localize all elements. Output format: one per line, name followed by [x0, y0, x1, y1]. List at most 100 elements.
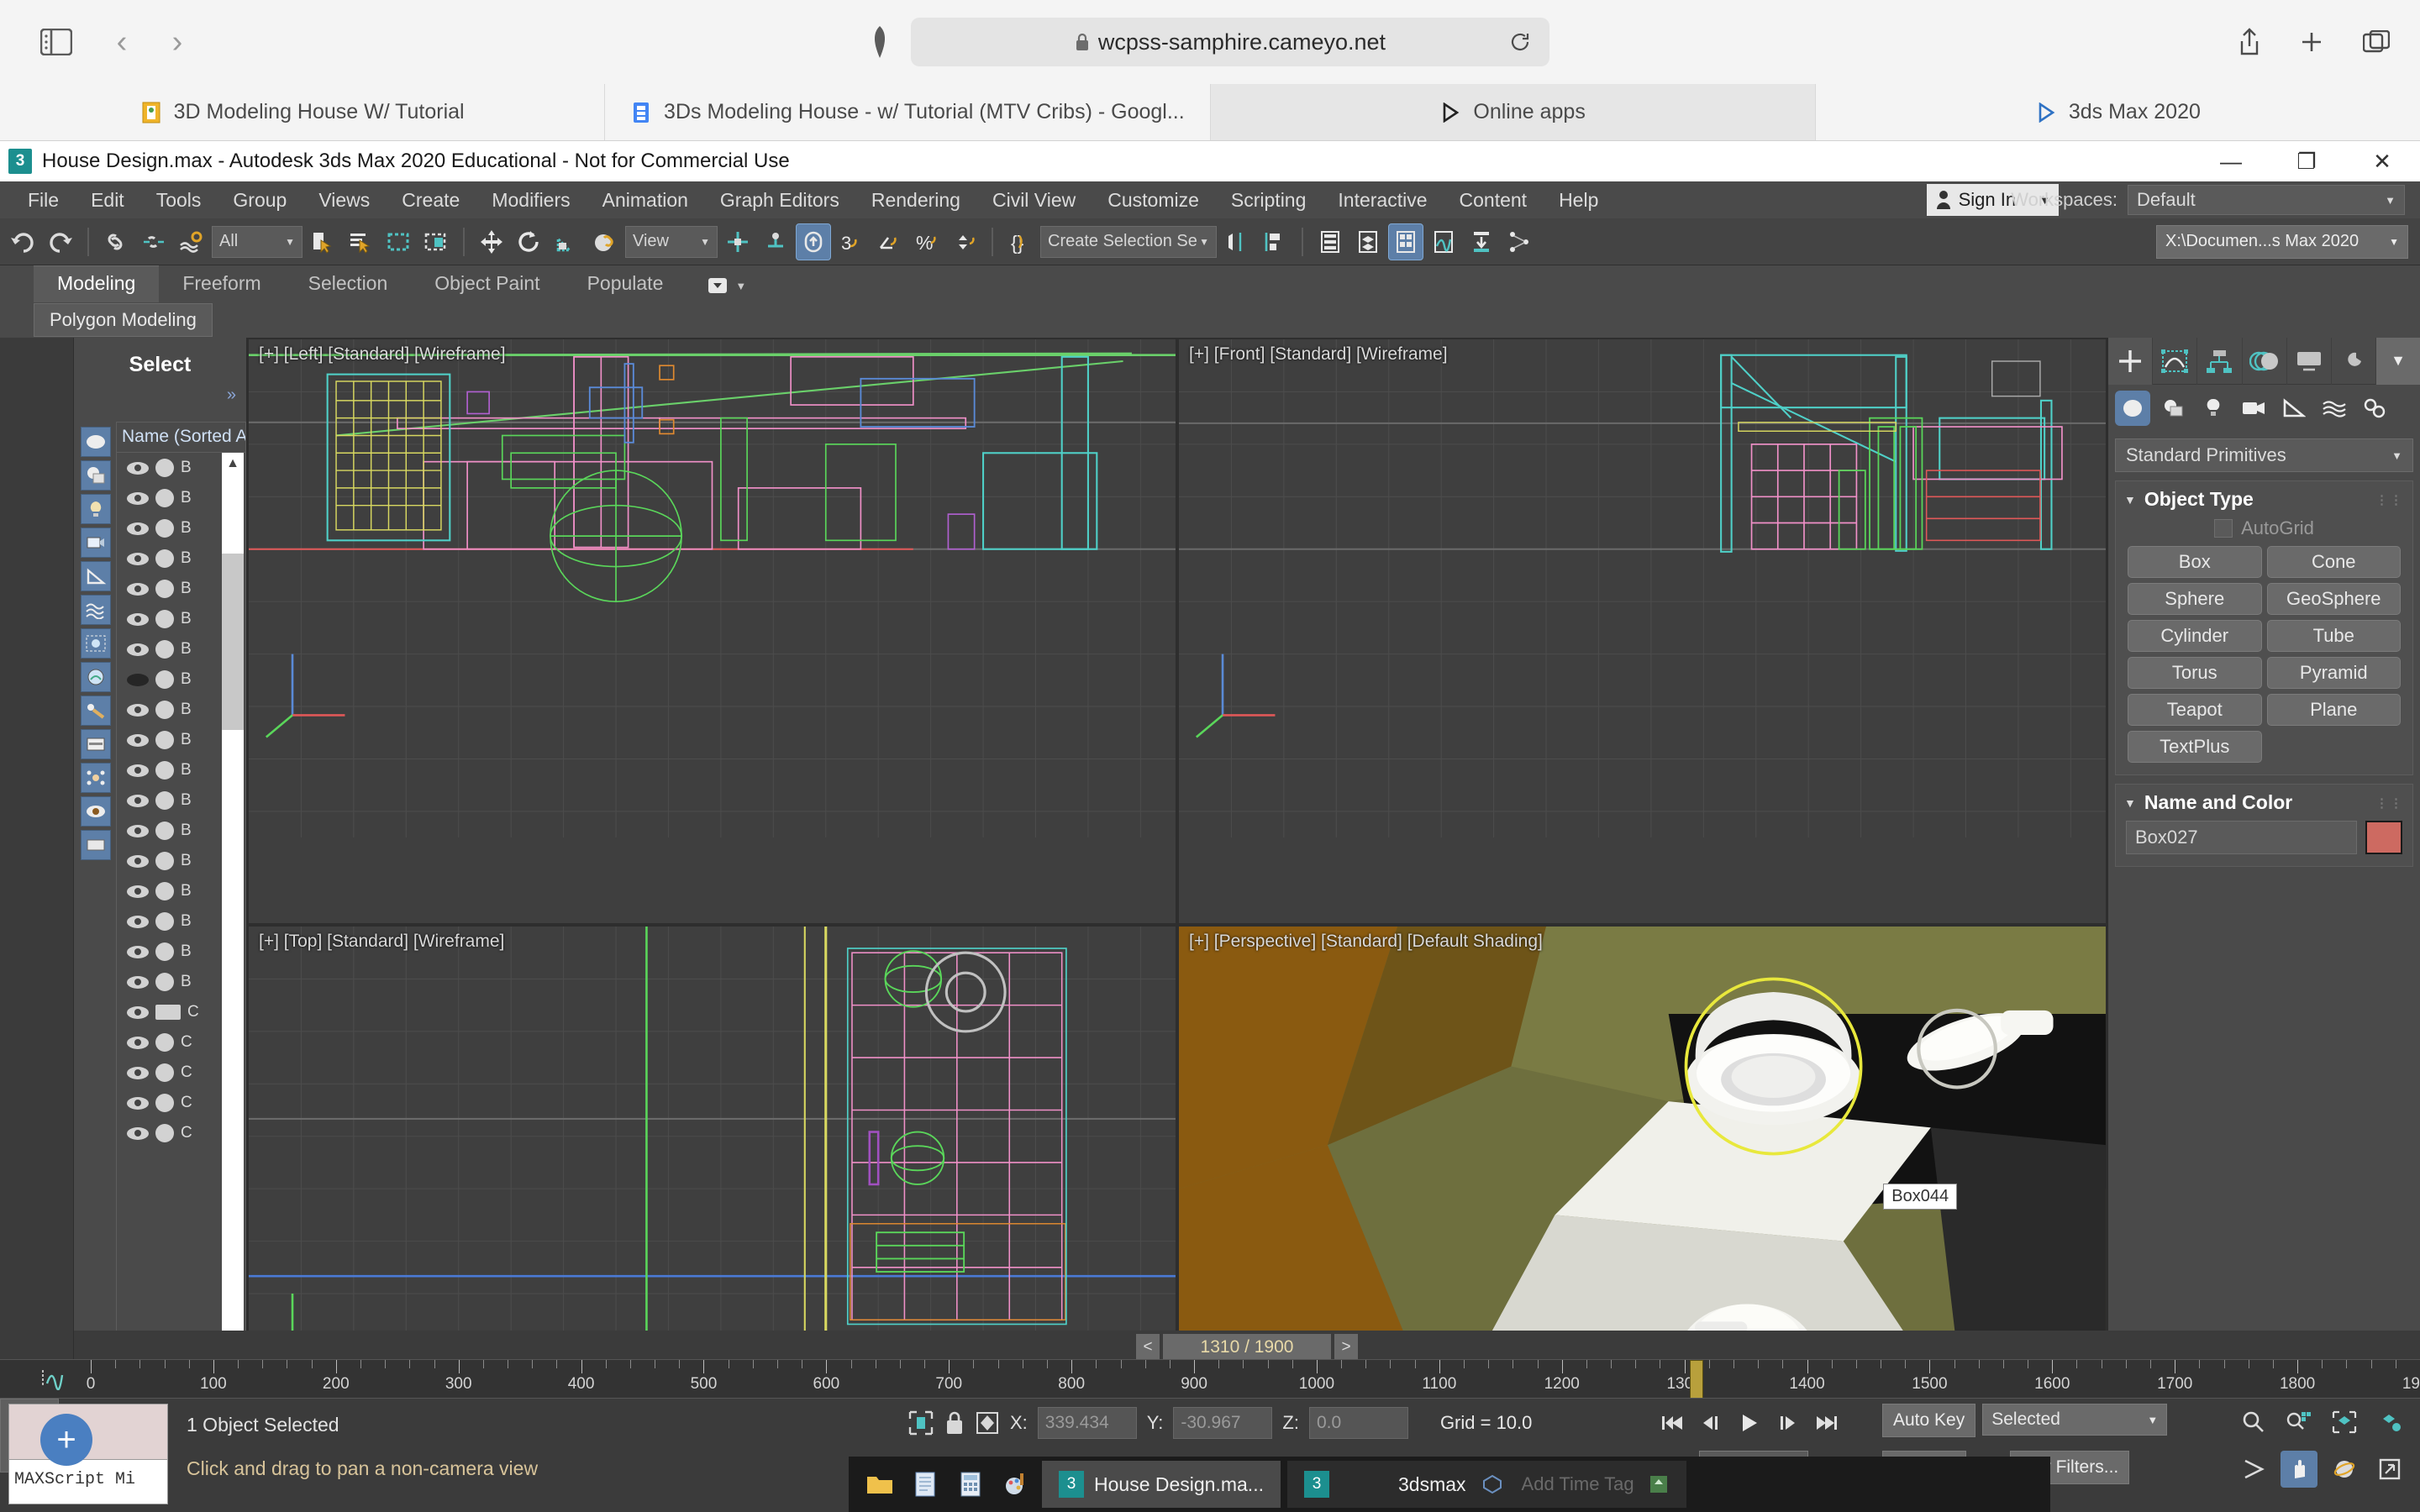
zoom-extents-icon[interactable]	[2326, 1404, 2363, 1441]
named-selection-set-input[interactable]: Create Selection Se ▼	[1040, 225, 1217, 258]
scroll-up-icon[interactable]: ▲	[222, 453, 244, 475]
next-frame-icon[interactable]	[1771, 1405, 1805, 1441]
menu-modifiers[interactable]: Modifiers	[476, 181, 586, 218]
workspaces-select[interactable]: Default ▼	[2128, 185, 2405, 215]
maxscript-mini-listener[interactable]: MAXScript Mi	[8, 1404, 168, 1504]
select-and-move-icon[interactable]	[474, 223, 509, 260]
cameras-icon[interactable]	[2236, 391, 2271, 426]
browser-tab-2[interactable]: Online apps	[1210, 84, 1816, 140]
cylinder-button[interactable]: Cylinder	[2128, 620, 2262, 652]
pan-view-icon[interactable]	[2281, 1451, 2317, 1488]
selection-lock-region-icon[interactable]	[908, 1410, 934, 1436]
plus-icon[interactable]	[2299, 29, 2324, 55]
redo-icon[interactable]	[43, 223, 78, 260]
time-ruler-track[interactable]: 0 100 200 300 400 500 600 700 800 900 1000 1100 1200…	[87, 1360, 2420, 1399]
eye-visible-icon[interactable]	[127, 1005, 149, 1019]
scene-explorer-list[interactable]: Name (Sorted A BBBBBBBBBBBBBBBBBBCCCCC ▲…	[116, 422, 246, 1468]
x-field[interactable]: 339.434	[1037, 1407, 1137, 1439]
select-and-manipulate-icon[interactable]	[758, 223, 793, 260]
project-folder-select[interactable]: X:\Documen...s Max 2020 ▼	[2156, 224, 2408, 259]
paint-icon[interactable]	[997, 1464, 1035, 1504]
key-mode-select[interactable]: Selected ▼	[1982, 1404, 2168, 1436]
time-ruler[interactable]: 0 100 200 300 400 500 600 700 800 900 1000 1100 1200…	[0, 1359, 2420, 1399]
menu-graph-editors[interactable]: Graph Editors	[704, 181, 855, 218]
percent-snap-toggle-icon[interactable]: %	[909, 223, 944, 260]
reload-icon[interactable]	[1509, 31, 1531, 53]
eye-visible-icon[interactable]	[127, 915, 149, 928]
ribbon-minimize-icon[interactable]	[707, 276, 729, 296]
select-by-name-icon[interactable]	[343, 223, 378, 260]
eye-visible-icon[interactable]	[127, 643, 149, 656]
eye-visible-icon[interactable]	[127, 1126, 149, 1140]
menu-content[interactable]: Content	[1444, 181, 1544, 218]
filter-hidden-icon[interactable]	[81, 796, 111, 827]
layer-explorer-icon[interactable]	[1313, 223, 1348, 260]
menu-create[interactable]: Create	[386, 181, 476, 218]
object-name-input[interactable]: Box027	[2126, 821, 2357, 854]
cone-button[interactable]: Cone	[2266, 546, 2401, 578]
shield-icon[interactable]	[871, 25, 889, 59]
eye-visible-icon[interactable]	[127, 582, 149, 596]
select-and-link-icon[interactable]	[98, 223, 134, 260]
caret-down-icon[interactable]: ▼	[2124, 796, 2136, 810]
caret-down-icon[interactable]: ▼	[2124, 493, 2136, 507]
eye-visible-icon[interactable]	[127, 612, 149, 626]
lights-icon[interactable]	[2196, 391, 2231, 426]
frame-prev-button[interactable]: <	[1136, 1334, 1160, 1361]
menu-interactive[interactable]: Interactive	[1322, 181, 1443, 218]
menu-file[interactable]: File	[12, 181, 75, 218]
geometry-icon[interactable]	[2115, 391, 2150, 426]
ribbon-tab-selection[interactable]: Selection	[285, 266, 412, 302]
filter-helpers-icon[interactable]	[81, 561, 111, 591]
field-of-view-icon[interactable]	[2235, 1451, 2272, 1488]
absolute-relative-toggle-icon[interactable]	[975, 1410, 1000, 1436]
chevron-down-icon[interactable]: ▼	[735, 280, 746, 292]
plane-button[interactable]: Plane	[2266, 694, 2401, 726]
ribbon-tab-modeling[interactable]: Modeling	[34, 265, 160, 302]
window-crossing-toggle-icon[interactable]	[418, 223, 454, 260]
scene-explorer-scrollbar[interactable]: ▲ ▼	[222, 453, 244, 1466]
rectangular-selection-region-icon[interactable]	[381, 223, 416, 260]
curve-editor-toggle-icon[interactable]	[40, 1367, 66, 1390]
curve-editor-icon[interactable]	[1426, 223, 1461, 260]
menu-animation[interactable]: Animation	[587, 181, 704, 218]
browser-tab-0[interactable]: 3D Modeling House W/ Tutorial	[0, 84, 606, 140]
filter-particles-icon[interactable]	[81, 763, 111, 793]
scrollbar-thumb[interactable]	[222, 554, 244, 730]
go-to-start-icon[interactable]	[1655, 1405, 1689, 1441]
play-animation-icon[interactable]	[1733, 1405, 1766, 1441]
share-icon[interactable]	[2238, 28, 2260, 56]
filter-cameras-icon[interactable]	[81, 528, 111, 558]
autogrid-checkbox[interactable]	[2214, 519, 2233, 538]
eye-visible-icon[interactable]	[127, 1066, 149, 1079]
unlink-selection-icon[interactable]	[136, 223, 171, 260]
filter-frozen-icon[interactable]	[81, 830, 111, 860]
auto-key-button[interactable]: Auto Key	[1882, 1404, 1976, 1437]
zoom-all-icon[interactable]	[2281, 1404, 2317, 1441]
reference-coordinate-select[interactable]: View ▼	[625, 225, 718, 258]
select-and-place-icon[interactable]	[587, 223, 623, 260]
eye-visible-icon[interactable]	[127, 552, 149, 565]
close-button[interactable]: ✕	[2344, 141, 2420, 181]
calculator-icon[interactable]	[951, 1464, 990, 1504]
eye-visible-icon[interactable]	[127, 733, 149, 747]
frame-next-button[interactable]: >	[1334, 1334, 1358, 1361]
filter-geometry-icon[interactable]	[81, 427, 111, 457]
space-warps-icon[interactable]	[2317, 391, 2352, 426]
eye-visible-icon[interactable]	[127, 1036, 149, 1049]
filter-lights-icon[interactable]	[81, 494, 111, 524]
eye-visible-icon[interactable]	[127, 824, 149, 837]
eye-visible-icon[interactable]	[127, 764, 149, 777]
forward-arrow-icon[interactable]: ›	[158, 23, 197, 61]
ribbon-tab-object-paint[interactable]: Object Paint	[411, 266, 563, 302]
menu-help[interactable]: Help	[1543, 181, 1614, 218]
filter-groups-icon[interactable]	[81, 628, 111, 659]
y-field[interactable]: -30.967	[1173, 1407, 1273, 1439]
tab-overview-icon[interactable]	[2363, 30, 2390, 54]
filter-containers-icon[interactable]	[81, 729, 111, 759]
align-icon[interactable]	[1257, 223, 1292, 260]
scene-explorer-icon[interactable]	[1350, 223, 1386, 260]
eye-hidden-icon[interactable]	[127, 673, 149, 686]
utilities-tab[interactable]	[2332, 337, 2377, 385]
geosphere-button[interactable]: GeoSphere	[2266, 583, 2401, 615]
